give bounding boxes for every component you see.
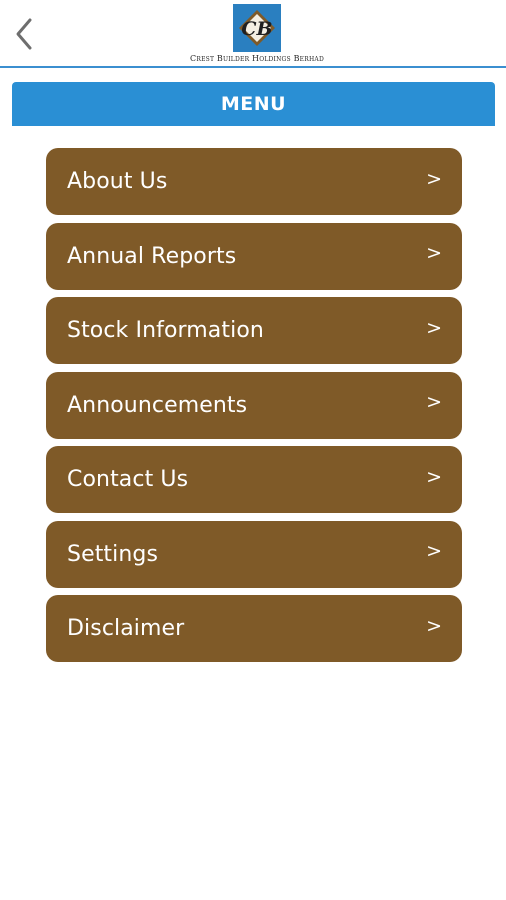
menu-item-label: About Us bbox=[67, 169, 168, 194]
menu-item-contact-us[interactable]: Contact Us > bbox=[46, 446, 462, 513]
chevron-right-icon: > bbox=[426, 242, 442, 264]
chevron-right-icon: > bbox=[426, 614, 442, 637]
chevron-right-icon: > bbox=[426, 391, 442, 413]
menu-item-about-us[interactable]: About Us > bbox=[46, 148, 462, 215]
menu-item-label: Settings bbox=[67, 541, 159, 567]
cb-logo-icon: CB bbox=[233, 4, 281, 52]
chevron-left-icon bbox=[16, 18, 32, 50]
chevron-right-icon: > bbox=[426, 465, 442, 488]
back-button[interactable] bbox=[8, 14, 40, 54]
menu-item-settings[interactable]: Settings > bbox=[46, 520, 462, 588]
menu-item-label: Contact Us bbox=[67, 467, 189, 492]
app-root: CB Crest Builder Holdings Berhad MENU Ab… bbox=[0, 0, 506, 900]
menu-item-label: Announcements bbox=[67, 392, 248, 418]
menu-list: About Us > Annual Reports > Stock Inform… bbox=[46, 148, 462, 670]
menu-title: MENU bbox=[220, 93, 287, 115]
menu-item-label: Annual Reports bbox=[67, 243, 237, 269]
menu-item-label: Disclaimer bbox=[67, 616, 185, 641]
chevron-right-icon: > bbox=[426, 167, 442, 190]
svg-text:CB: CB bbox=[241, 18, 272, 40]
company-name: Crest Builder Holdings Berhad bbox=[190, 54, 324, 63]
menu-item-stock-information[interactable]: Stock Information > bbox=[46, 297, 462, 364]
menu-item-label: Stock Information bbox=[67, 318, 264, 343]
chevron-right-icon: > bbox=[426, 316, 442, 339]
app-header: CB Crest Builder Holdings Berhad bbox=[0, 0, 506, 68]
menu-header-bar: MENU bbox=[12, 82, 495, 126]
company-logo: CB Crest Builder Holdings Berhad bbox=[184, 4, 330, 64]
chevron-right-icon: > bbox=[426, 540, 442, 562]
menu-item-disclaimer[interactable]: Disclaimer > bbox=[46, 595, 462, 662]
menu-item-announcements[interactable]: Announcements > bbox=[46, 371, 462, 439]
menu-item-annual-reports[interactable]: Annual Reports > bbox=[46, 222, 462, 290]
